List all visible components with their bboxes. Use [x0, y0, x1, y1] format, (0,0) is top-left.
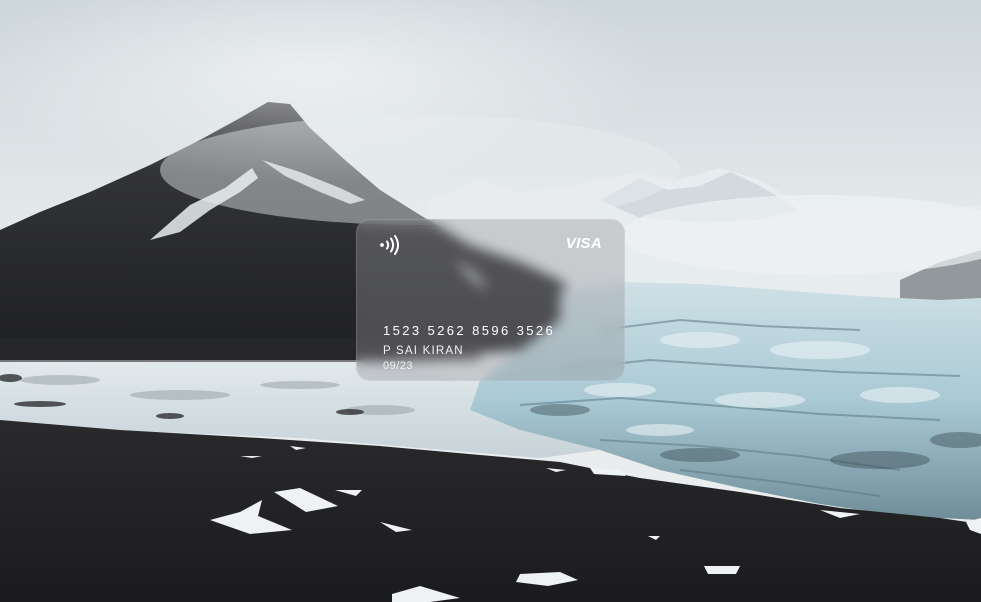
payment-card[interactable]: VISA 1523 5262 8596 3526 P SAI KIRAN 09/…	[356, 219, 625, 381]
card-expiry-date: 09/23	[383, 360, 414, 372]
card-number: 1523 5262 8596 3526	[383, 323, 556, 338]
contactless-icon	[380, 235, 399, 255]
card-holder-name: P SAI KIRAN	[383, 345, 464, 357]
card-brand-logo: VISA	[565, 235, 602, 252]
